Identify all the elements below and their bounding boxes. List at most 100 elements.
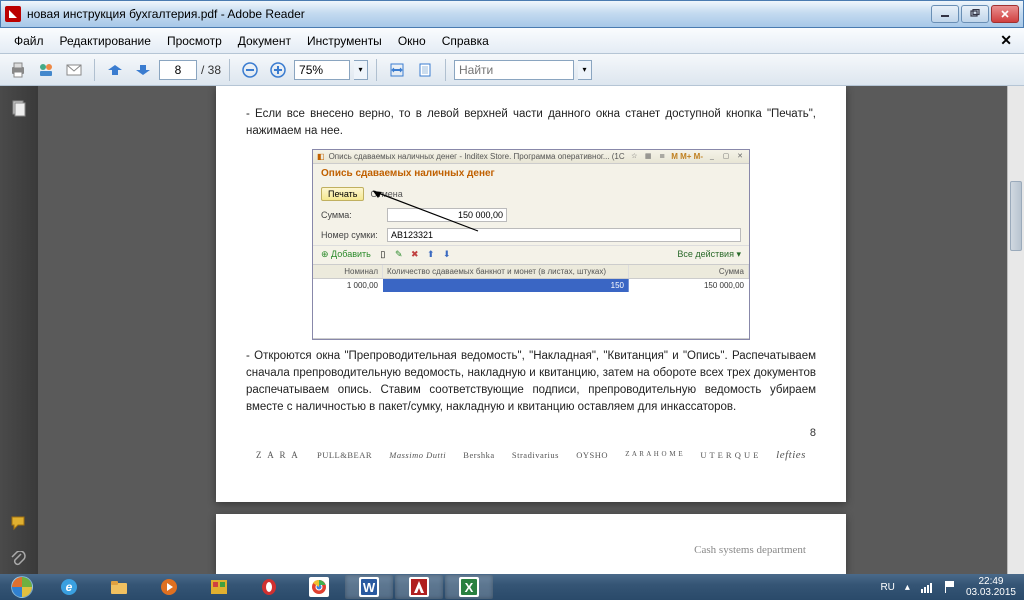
menu-window[interactable]: Окно: [390, 30, 434, 52]
window-titlebar: новая инструкция бухгалтерия.pdf - Adobe…: [0, 0, 1024, 28]
attachments-panel-icon[interactable]: [6, 548, 32, 574]
copy-icon: ▯: [377, 249, 389, 261]
calc-icon: ▦: [643, 151, 653, 161]
taskbar-1c-icon[interactable]: [195, 575, 243, 599]
col-sum: Сумма: [629, 265, 749, 278]
brand-pullbear: PULL&BEAR: [317, 450, 372, 460]
menu-view[interactable]: Просмотр: [159, 30, 230, 52]
prev-page-icon[interactable]: [103, 58, 127, 82]
fit-page-icon[interactable]: [413, 58, 437, 82]
time-label: 22:49: [966, 576, 1016, 587]
menu-help[interactable]: Справка: [434, 30, 497, 52]
zoom-dropdown-icon[interactable]: ▾: [354, 60, 368, 80]
menu-file[interactable]: Файл: [6, 30, 52, 52]
zoom-input[interactable]: [294, 60, 350, 80]
taskbar-explorer-icon[interactable]: [95, 575, 143, 599]
taskbar-opera-icon[interactable]: [245, 575, 293, 599]
up-icon: ⬆: [425, 249, 437, 261]
embedded-window-title: Опись сдаваемых наличных денег - Inditex…: [329, 152, 626, 161]
window-title: новая инструкция бухгалтерия.pdf - Adobe…: [27, 7, 931, 21]
fit-width-icon[interactable]: [385, 58, 409, 82]
tray-up-icon[interactable]: ▴: [905, 582, 910, 593]
vertical-scrollbar[interactable]: [1007, 86, 1024, 574]
menu-tools[interactable]: Инструменты: [299, 30, 390, 52]
workspace: - Если все внесено верно, то в левой вер…: [0, 86, 1024, 574]
taskbar-ie-icon[interactable]: e: [45, 575, 93, 599]
pages-panel-icon[interactable]: [6, 96, 32, 122]
comments-panel-icon[interactable]: [6, 510, 32, 536]
brand-lefties: lefties: [776, 449, 806, 461]
close-button[interactable]: [991, 5, 1019, 23]
zoom-out-icon[interactable]: [238, 58, 262, 82]
network-icon[interactable]: [920, 580, 934, 594]
scrollbar-thumb[interactable]: [1010, 181, 1022, 251]
bag-field: АВ123321: [387, 228, 741, 242]
add-button: ⊕ Добавить: [321, 249, 371, 260]
language-indicator[interactable]: RU: [880, 582, 894, 593]
page-number-input[interactable]: [159, 60, 197, 80]
brand-uterque: U T E R Q U E: [700, 450, 759, 460]
col-qty: Количество сдаваемых банкнот и монет (в …: [383, 265, 629, 278]
bag-label: Номер сумки:: [321, 230, 381, 240]
embedded-heading: Опись сдаваемых наличных денег: [313, 164, 749, 183]
next-page-icon[interactable]: [131, 58, 155, 82]
min-icon: _: [707, 151, 717, 161]
brand-oysho: OYSHO: [576, 450, 608, 460]
taskbar: e W X RU ▴ 22:49 03.03.2015: [0, 574, 1024, 600]
grid-row-selected: 1 000,00 150 150 000,00: [313, 279, 749, 292]
separator: [229, 59, 230, 81]
menu-edit[interactable]: Редактирование: [52, 30, 159, 52]
grid-header: Номинал Количество сдаваемых банкнот и м…: [313, 264, 749, 279]
find-dropdown-icon[interactable]: ▾: [578, 60, 592, 80]
collab-icon[interactable]: [34, 58, 58, 82]
navigation-panel: [0, 86, 38, 574]
brands-footer: Z A R A PULL&BEAR Massimo Dutti Bershka …: [246, 449, 816, 461]
max-icon: ▢: [721, 151, 731, 161]
link-icon: ≣: [657, 151, 667, 161]
col-nominal: Номинал: [313, 265, 383, 278]
separator: [376, 59, 377, 81]
memory-label: M M+ M-: [671, 152, 703, 161]
taskbar-word-icon[interactable]: W: [345, 575, 393, 599]
menubar: Файл Редактирование Просмотр Документ Ин…: [0, 28, 1024, 54]
date-label: 03.03.2015: [966, 587, 1016, 598]
fav-icon: ☆: [629, 151, 639, 161]
embedded-screenshot: ◧ Опись сдаваемых наличных денег - Indit…: [312, 149, 750, 340]
taskbar-adobe-icon[interactable]: [395, 575, 443, 599]
zoom-in-icon[interactable]: [266, 58, 290, 82]
page-total-label: / 38: [201, 63, 221, 77]
document-area[interactable]: - Если все внесено верно, то в левой вер…: [38, 86, 1024, 574]
document-close-icon[interactable]: ✕: [994, 32, 1018, 49]
cancel-link: Отмена: [370, 189, 402, 199]
clock[interactable]: 22:49 03.03.2015: [966, 576, 1016, 598]
brand-zara: Z A R A: [256, 450, 300, 460]
pdf-page: - Если все внесено верно, то в левой вер…: [216, 86, 846, 502]
svg-text:X: X: [465, 580, 474, 595]
brand-bershka: Bershka: [463, 450, 494, 460]
brand-massimo: Massimo Dutti: [389, 450, 446, 460]
menu-document[interactable]: Документ: [230, 30, 299, 52]
email-icon[interactable]: [62, 58, 86, 82]
taskbar-excel-icon[interactable]: X: [445, 575, 493, 599]
down-icon: ⬇: [441, 249, 453, 261]
sum-label: Сумма:: [321, 210, 381, 220]
svg-text:e: e: [66, 580, 73, 594]
minimize-button[interactable]: [931, 5, 959, 23]
start-button[interactable]: [0, 574, 44, 600]
find-input[interactable]: [454, 60, 574, 80]
maximize-button[interactable]: [961, 5, 989, 23]
paragraph: - Если все внесено верно, то в левой вер…: [246, 106, 816, 141]
taskbar-mediaplayer-icon[interactable]: [145, 575, 193, 599]
delete-icon: ✖: [409, 249, 421, 261]
flag-icon[interactable]: [944, 580, 956, 594]
print-icon[interactable]: [6, 58, 30, 82]
toolbar: / 38 ▾ ▾: [0, 54, 1024, 86]
separator: [445, 59, 446, 81]
sum-field: 150 000,00: [387, 208, 507, 222]
brand-strad: Stradivarius: [512, 450, 559, 460]
app-icon: [5, 6, 21, 22]
paragraph: - Откроются окна "Препроводительная ведо…: [246, 348, 816, 417]
taskbar-chrome-icon[interactable]: [295, 575, 343, 599]
close-icon: ✕: [735, 151, 745, 161]
svg-text:W: W: [363, 580, 376, 595]
